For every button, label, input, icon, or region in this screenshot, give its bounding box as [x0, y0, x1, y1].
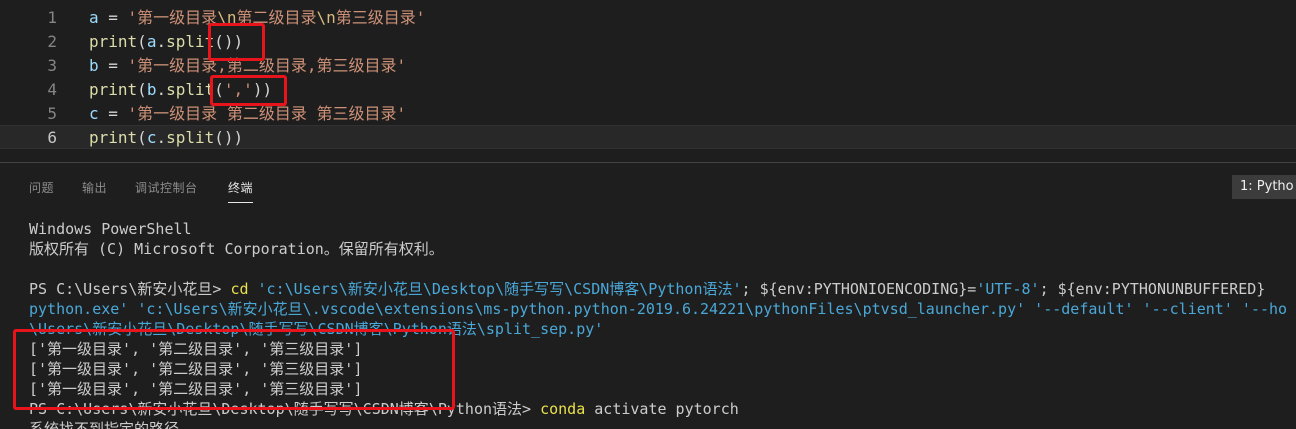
code-token: (: [137, 32, 147, 51]
line-number: 1: [47, 8, 57, 27]
line-number: 4: [47, 80, 57, 99]
panel-tab[interactable]: 问题: [29, 179, 54, 196]
terminal-line: ['第一级目录', '第二级目录', '第三级目录']: [29, 339, 1296, 359]
terminal-token: 'UTF-8': [976, 280, 1040, 298]
code-line[interactable]: 5 c = '第一级目录 第二级目录 第三级目录': [0, 102, 1296, 126]
terminal-token: ; ${env:PYTHONIOENCODING}=: [741, 280, 977, 298]
terminal-token: ['第一级目录', '第二级目录', '第三级目录']: [29, 340, 363, 358]
terminal-token: 版权所有 (C) Microsoft Corporation。保留所有权利。: [29, 240, 444, 258]
code-editor[interactable]: 1a = '第一级目录\n第二级目录\n第三级目录' 2 print(a.split…: [0, 0, 1296, 158]
code-token: split: [166, 128, 215, 147]
code-token: (: [214, 80, 224, 99]
code-text[interactable]: print(c.split()): [89, 126, 243, 150]
code-text[interactable]: print(b.split(',')): [89, 78, 272, 102]
code-line[interactable]: 1a = '第一级目录\n第二级目录\n第三级目录': [0, 6, 1296, 30]
code-token: (: [137, 128, 147, 147]
terminal-line: python.exe' 'c:\Users\新安小花旦\.vscode\exte…: [29, 299, 1296, 319]
bottom-panel: 问题 输出 调试控制台 终端 1: Pytho Windows PowerShell 版…: [0, 162, 1296, 429]
code-token: (: [137, 80, 147, 99]
line-number: 3: [47, 56, 57, 75]
terminal-line: \Users\新安小花旦\Desktop\随手写写\CSDN博客\Python语…: [29, 319, 1296, 339]
code-token: ): [233, 128, 244, 147]
panel-tab[interactable]: 调试控制台: [135, 179, 198, 196]
terminal-token: ['第一级目录', '第二级目录', '第三级目录']: [29, 380, 363, 398]
code-token: b: [89, 56, 99, 75]
code-token: \n: [316, 8, 336, 27]
terminal-line: 系统找不到指定的路径。: [29, 419, 1296, 429]
code-token: .: [156, 128, 167, 147]
code-line[interactable]: 3 b = '第一级目录,第二级目录,第三级目录': [0, 54, 1296, 78]
code-token: ',': [223, 80, 253, 99]
code-text[interactable]: c = '第一级目录 第二级目录 第三级目录': [89, 102, 406, 126]
code-token: c: [146, 128, 157, 147]
code-text[interactable]: b = '第一级目录,第二级目录,第三级目录': [89, 54, 406, 78]
code-token: ()): [214, 32, 244, 51]
code-token: \n: [217, 8, 237, 27]
code-token: a: [89, 8, 99, 27]
line-number: 2: [47, 32, 57, 51]
code-token: .: [156, 32, 167, 51]
code-token: split: [166, 80, 215, 99]
code-text[interactable]: print(a.split()): [89, 30, 243, 54]
panel-tab[interactable]: 终端: [228, 179, 254, 203]
terminal-token: Windows PowerShell: [29, 220, 192, 238]
terminal-token: \Users\新安小花旦\Desktop\随手写写\CSDN博客\Python语…: [29, 320, 604, 338]
terminal-output[interactable]: Windows PowerShell 版权所有 (C) Microsoft Cor…: [29, 219, 1296, 429]
code-line[interactable]: 4 print(b.split(',')): [0, 78, 1296, 102]
code-token: b: [146, 80, 157, 99]
code-token: a: [146, 32, 157, 51]
terminal-line: 版权所有 (C) Microsoft Corporation。保留所有权利。: [29, 239, 1296, 259]
terminal-token: ['第一级目录', '第二级目录', '第三级目录']: [29, 360, 363, 378]
code-token: =: [98, 104, 128, 123]
terminal-line: Windows PowerShell: [29, 219, 1296, 239]
terminal-token: conda: [540, 400, 586, 418]
terminal-token: python.exe' 'c:\Users\新安小花旦\.vscode\exte…: [29, 300, 1288, 318]
code-token: split: [166, 32, 215, 51]
terminal-token: PS C:\Users\新安小花旦\Desktop\随手写写\CSDN博客\Py…: [29, 400, 541, 418]
terminal-selector[interactable]: 1: Pytho: [1232, 175, 1296, 199]
terminal-token: cd: [230, 280, 249, 298]
code-line[interactable]: 2 print(a.split()): [0, 30, 1296, 54]
code-token: '第一级目录,第二级目录,第三级目录': [127, 56, 407, 75]
terminal-token: ; ${env:PYTHONUNBUFFERED}: [1039, 280, 1266, 298]
code-token: =: [98, 8, 128, 27]
terminal-line: ['第一级目录', '第二级目录', '第三级目录']: [29, 379, 1296, 399]
panel-tabs: 问题 输出 调试控制台 终端: [0, 163, 1296, 209]
code-line[interactable]: 6 print(c.split()): [0, 125, 1296, 149]
terminal-token: 'c:\Users\新安小花旦\Desktop\随手写写\CSDN博客\Pyth…: [257, 280, 742, 298]
code-token: 第三级目录': [335, 8, 426, 27]
code-token: )): [252, 80, 273, 99]
terminal-line: PS C:\Users\新安小花旦> cd 'c:\Users\新安小花旦\De…: [29, 279, 1296, 299]
code-token: c: [89, 104, 99, 123]
code-text[interactable]: a = '第一级目录\n第二级目录\n第三级目录': [89, 6, 425, 30]
line-number: 6: [47, 128, 57, 147]
code-token: print: [89, 80, 138, 99]
terminal-line: PS C:\Users\新安小花旦\Desktop\随手写写\CSDN博客\Py…: [29, 399, 1296, 419]
code-token: (): [214, 128, 234, 147]
terminal-token: 系统找不到指定的路径。: [29, 420, 195, 429]
code-token: print: [89, 32, 138, 51]
code-token: print: [89, 128, 138, 147]
code-token: '第一级目录 第二级目录 第三级目录': [127, 104, 407, 123]
code-token: =: [98, 56, 128, 75]
code-token: '第一级目录: [127, 8, 218, 27]
code-token: 第二级目录: [236, 8, 317, 27]
terminal-line: ['第一级目录', '第二级目录', '第三级目录']: [29, 359, 1296, 379]
code-token: .: [156, 80, 167, 99]
panel-tab[interactable]: 输出: [82, 179, 107, 196]
line-number: 5: [47, 104, 57, 123]
terminal-token: activate pytorch: [585, 400, 739, 418]
terminal-token: PS C:\Users\新安小花旦>: [29, 280, 231, 298]
